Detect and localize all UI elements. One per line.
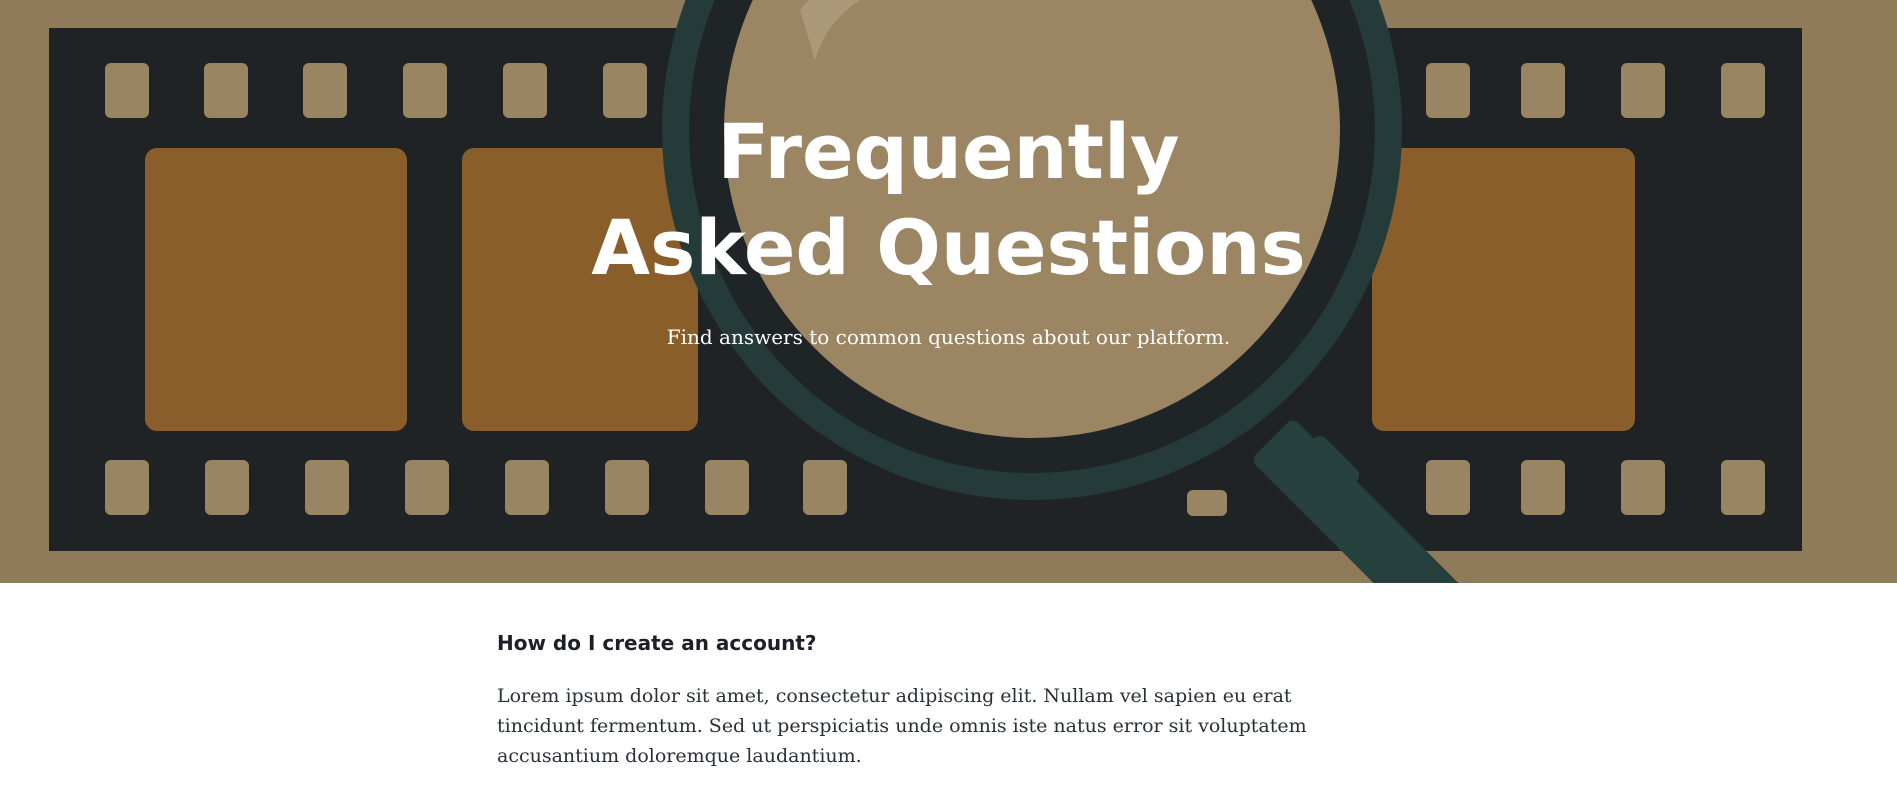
page-subtitle: Find answers to common questions about o… [666,325,1231,349]
page-title-line-1: Frequently [717,107,1180,196]
faq-answer: Lorem ipsum dolor sit amet, consectetur … [497,685,1307,767]
page-title-line-2: Asked Questions [591,203,1306,292]
page-title: Frequently Asked Questions [0,104,1897,296]
hero-banner: Frequently Asked Questions Find answers … [0,0,1897,583]
faq-item: How do I create an account? Lorem ipsum … [497,625,1377,771]
faq-question[interactable]: How do I create an account? [497,625,1377,661]
faq-list: How do I create an account? Lorem ipsum … [497,625,1377,771]
